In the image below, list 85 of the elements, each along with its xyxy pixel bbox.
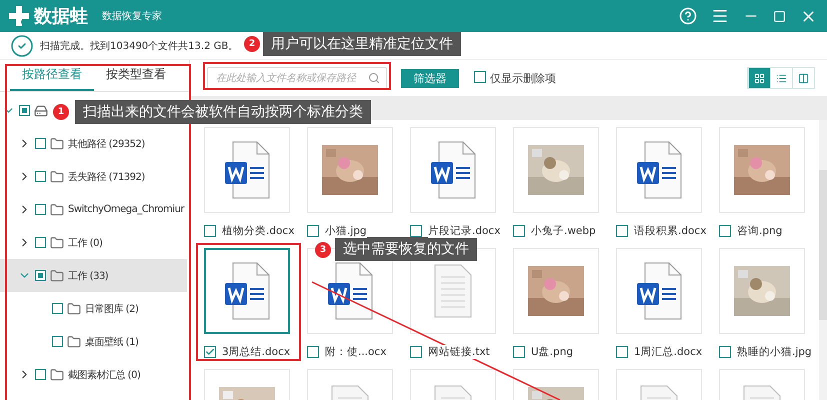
app-logo: 数据蛙	[34, 5, 88, 28]
maximize-icon[interactable]	[773, 10, 786, 22]
word-document-icon	[223, 261, 271, 321]
callout-tooltip: 选中需要恢复的文件	[335, 237, 477, 261]
list-icon	[776, 72, 787, 84]
checkbox[interactable]	[35, 204, 46, 215]
word-document-icon	[429, 140, 477, 200]
folder-icon	[50, 368, 64, 382]
tree-item-label[interactable]: 桌面壁纸 (1)	[85, 334, 138, 348]
checkbox[interactable]	[35, 270, 46, 281]
checkbox[interactable]	[513, 224, 525, 236]
menu-icon[interactable]	[711, 7, 729, 25]
file-name: 熟睡的小猫.jpg	[737, 344, 812, 358]
app-subtitle: 数据恢复专家	[102, 10, 162, 23]
scrollbar[interactable]	[819, 120, 827, 400]
checkbox[interactable]	[35, 237, 46, 248]
folder-icon	[67, 302, 81, 316]
columns-icon	[798, 72, 809, 84]
view-mode-button[interactable]	[748, 68, 770, 88]
checkbox[interactable]	[35, 171, 46, 182]
file-name: U盘.png	[531, 344, 574, 358]
logo-icon	[8, 5, 30, 27]
checkbox[interactable]	[719, 224, 731, 236]
step-badge: 1	[53, 104, 69, 120]
file-name: 附：使...ocx	[325, 344, 386, 358]
file-name: 1周汇总.docx	[634, 344, 702, 358]
checkbox[interactable]	[474, 70, 486, 82]
checkbox[interactable]	[307, 224, 319, 236]
folder-icon	[50, 170, 64, 184]
checkbox[interactable]	[19, 105, 30, 116]
tree-item-label[interactable]: 工作 (0)	[68, 236, 102, 250]
step-badge: 3	[315, 242, 331, 258]
checkbox[interactable]	[410, 346, 422, 358]
step-badge: 2	[244, 36, 260, 52]
tree-item-label[interactable]: 工作 (33)	[68, 268, 108, 282]
help-icon[interactable]	[679, 7, 697, 25]
callout-tooltip: 用户可以在这里精准定位文件	[263, 32, 461, 56]
tree-item-label[interactable]: SwitchyOmega_Chromiur	[68, 204, 184, 215]
tree-item-label[interactable]: 日常图库 (2)	[85, 302, 138, 316]
folder-icon	[67, 334, 81, 348]
checkbox[interactable]	[52, 303, 63, 314]
folder-icon	[50, 236, 64, 250]
tree-item-label[interactable]: 其他路径 (29352)	[68, 136, 145, 150]
checkbox[interactable]	[307, 346, 319, 358]
view-tab[interactable]: 按类型查看	[94, 60, 178, 91]
drive-icon	[34, 104, 48, 118]
checkbox[interactable]	[204, 224, 216, 236]
checkbox[interactable]	[35, 138, 46, 149]
file-name: 片段记录.docx	[428, 224, 500, 238]
filter-button[interactable]: 筛选器	[401, 68, 459, 88]
word-document-icon	[223, 140, 271, 200]
text-document-icon	[433, 263, 473, 319]
checkbox[interactable]	[35, 369, 46, 380]
check-circle-icon	[10, 34, 34, 58]
file-name: 3周总结.docx	[222, 344, 290, 358]
folder-icon	[50, 136, 64, 150]
file-name: 语段积累.docx	[634, 224, 706, 238]
checkbox-label[interactable]: 仅显示删除项	[490, 70, 556, 86]
check-icon	[205, 346, 215, 356]
folder-icon	[50, 268, 64, 282]
tree-item-label[interactable]: 截图素材汇总 (0)	[68, 368, 140, 382]
view-tab[interactable]: 按路径查看	[10, 60, 94, 91]
file-name: 植物分类.docx	[222, 224, 294, 238]
word-document-icon	[635, 140, 683, 200]
search-icon[interactable]	[368, 72, 380, 84]
checkbox[interactable]	[719, 346, 731, 358]
callout-tooltip: 扫描出来的文件会被软件自动按两个标准分类	[75, 100, 371, 124]
file-name: 网站链接.txt	[428, 344, 490, 358]
checkbox[interactable]	[52, 336, 63, 347]
checkbox[interactable]	[204, 346, 216, 358]
search-field[interactable]: 在此处输入文件名称或保存路径	[207, 67, 387, 89]
tree-item-label[interactable]: 丢失路径 (71392)	[68, 170, 145, 184]
word-document-icon	[326, 261, 374, 321]
checkbox[interactable]	[616, 224, 628, 236]
scan-status-text: 扫描完成。找到103490个文件共13.2 GB。	[40, 40, 238, 52]
checkbox[interactable]	[616, 346, 628, 358]
file-name: 小猫.jpg	[325, 224, 367, 238]
folder-icon	[50, 202, 64, 216]
grid-icon	[754, 72, 765, 84]
file-card[interactable]	[204, 248, 290, 334]
word-document-icon	[635, 261, 683, 321]
file-name: 小兔子.webp	[531, 224, 596, 238]
file-name: 咨询.png	[737, 224, 782, 238]
checkbox[interactable]	[410, 224, 422, 236]
checkbox[interactable]	[513, 346, 525, 358]
